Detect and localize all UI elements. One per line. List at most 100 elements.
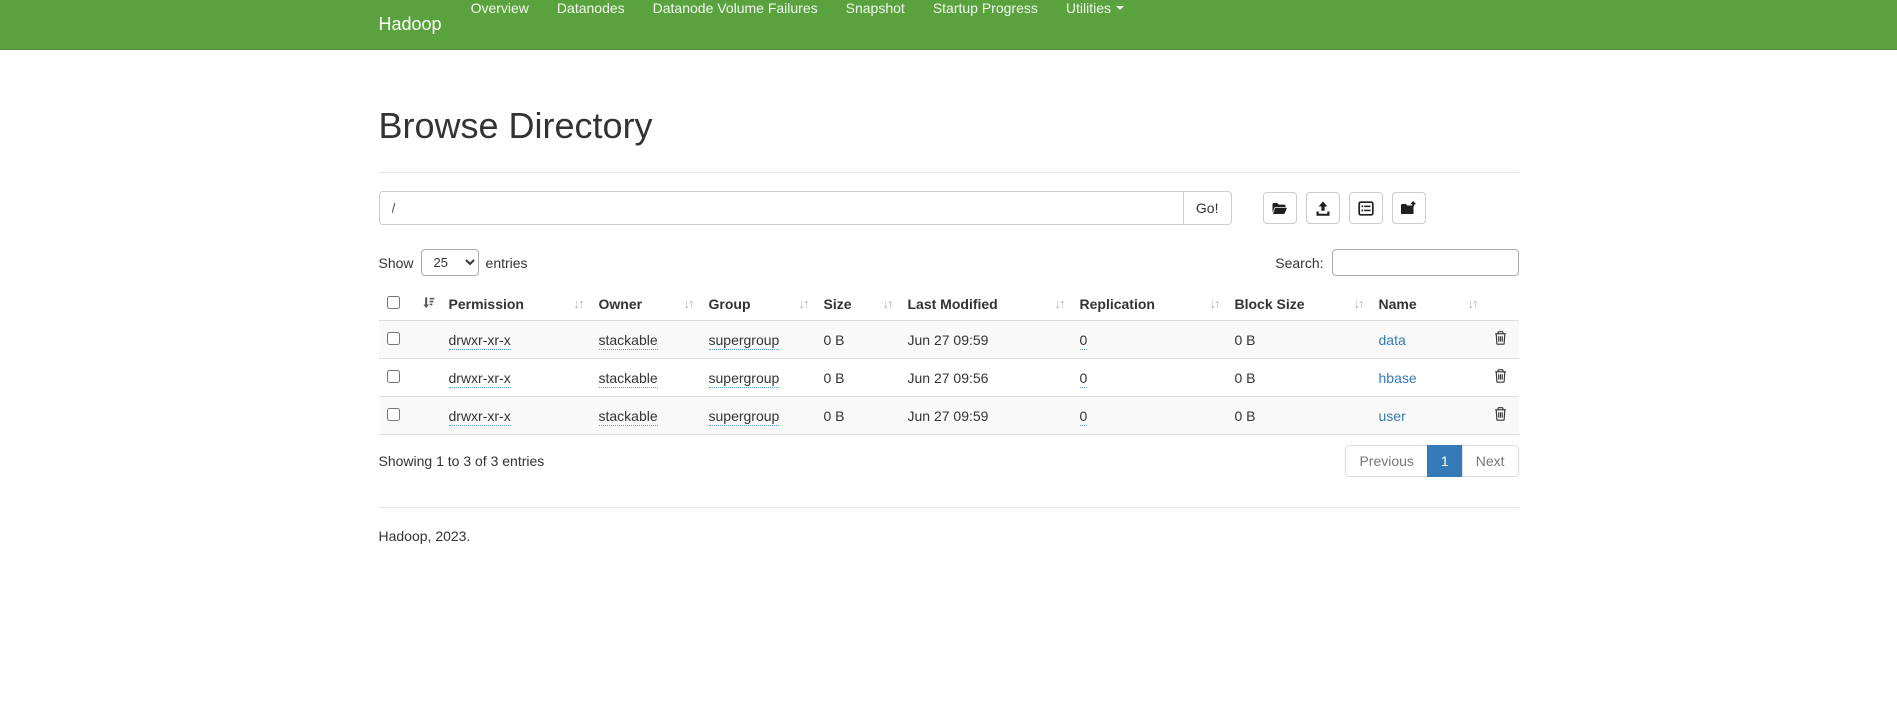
name-link[interactable]: hbase bbox=[1379, 370, 1417, 386]
replication-value[interactable]: 0 bbox=[1080, 408, 1088, 426]
page-1-button[interactable]: 1 bbox=[1427, 445, 1463, 477]
last-modified-value: Jun 27 09:59 bbox=[900, 321, 1072, 359]
permission-value[interactable]: drwxr-xr-x bbox=[449, 332, 511, 350]
directory-path-input[interactable] bbox=[379, 191, 1184, 225]
nav-item-utilities[interactable]: Utilities bbox=[1052, 0, 1138, 16]
directory-table: Permission ↓↑ Owner ↓↑ Group ↓↑ Size ↓↑ Last… bbox=[379, 288, 1519, 435]
row-checkbox[interactable] bbox=[387, 408, 400, 421]
column-header-last-modified[interactable]: Last Modified ↓↑ bbox=[900, 288, 1072, 321]
block-size-value: 0 B bbox=[1227, 359, 1371, 397]
column-header-size[interactable]: Size ↓↑ bbox=[816, 288, 900, 321]
size-value: 0 B bbox=[816, 321, 900, 359]
show-label: Show bbox=[379, 255, 414, 271]
nav-item-snapshot[interactable]: Snapshot bbox=[832, 0, 919, 16]
sort-icon: ↓↑ bbox=[684, 296, 693, 311]
size-value: 0 B bbox=[816, 397, 900, 435]
folder-open-icon bbox=[1271, 201, 1288, 216]
nav-item-startup-progress[interactable]: Startup Progress bbox=[919, 0, 1052, 16]
column-label: Permission bbox=[449, 296, 524, 312]
column-label: Group bbox=[709, 296, 751, 312]
upload-files-button[interactable] bbox=[1306, 192, 1340, 224]
path-bar: Go! bbox=[379, 191, 1519, 225]
table-footer: Showing 1 to 3 of 3 entries Previous 1 N… bbox=[379, 445, 1519, 477]
delete-button[interactable] bbox=[1493, 330, 1508, 349]
search-label: Search: bbox=[1275, 255, 1323, 271]
column-label: Name bbox=[1379, 296, 1417, 312]
name-link[interactable]: user bbox=[1379, 408, 1406, 424]
search-input[interactable] bbox=[1332, 249, 1519, 276]
sort-icon: ↓↑ bbox=[799, 296, 808, 311]
row-checkbox[interactable] bbox=[387, 332, 400, 345]
block-size-value: 0 B bbox=[1227, 321, 1371, 359]
sort-icon: ↓↑ bbox=[1468, 296, 1477, 311]
owner-value[interactable]: stackable bbox=[599, 408, 658, 426]
group-value[interactable]: supergroup bbox=[709, 332, 780, 350]
permission-value[interactable]: drwxr-xr-x bbox=[449, 370, 511, 388]
table-row: drwxr-xr-x stackable supergroup 0 B Jun … bbox=[379, 321, 1519, 359]
sort-icon: ↓↑ bbox=[574, 296, 583, 311]
trash-icon bbox=[1493, 330, 1508, 349]
replication-value[interactable]: 0 bbox=[1080, 332, 1088, 350]
list-alt-button[interactable] bbox=[1349, 192, 1383, 224]
delete-button[interactable] bbox=[1493, 368, 1508, 387]
main-content: Browse Directory Go! bbox=[364, 106, 1534, 544]
owner-value[interactable]: stackable bbox=[599, 332, 658, 350]
column-header-block-size[interactable]: Block Size ↓↑ bbox=[1227, 288, 1371, 321]
create-directory-button[interactable] bbox=[1263, 192, 1297, 224]
nav-item-datanodes[interactable]: Datanodes bbox=[543, 0, 639, 16]
explorer-actions bbox=[1254, 192, 1426, 224]
permission-value[interactable]: drwxr-xr-x bbox=[449, 408, 511, 426]
page-title: Browse Directory bbox=[379, 106, 1519, 146]
column-label: Last Modified bbox=[908, 296, 998, 312]
table-header-row: Permission ↓↑ Owner ↓↑ Group ↓↑ Size ↓↑ Last… bbox=[379, 288, 1519, 321]
table-row: drwxr-xr-x stackable supergroup 0 B Jun … bbox=[379, 397, 1519, 435]
table-info: Showing 1 to 3 of 3 entries bbox=[379, 453, 545, 469]
nav-item-overview[interactable]: Overview bbox=[457, 0, 543, 16]
sort-icon: ↓↑ bbox=[1210, 296, 1219, 311]
column-header-actions bbox=[1485, 288, 1519, 321]
trash-icon bbox=[1493, 368, 1508, 387]
column-header-name[interactable]: Name ↓↑ bbox=[1371, 288, 1485, 321]
page-size-select[interactable]: 25 bbox=[421, 249, 479, 276]
column-label: Block Size bbox=[1235, 296, 1305, 312]
sort-icon: ↓↑ bbox=[1055, 296, 1064, 311]
delete-button[interactable] bbox=[1493, 406, 1508, 425]
chevron-down-icon bbox=[1116, 6, 1124, 10]
nav-item-utilities-label: Utilities bbox=[1066, 0, 1111, 16]
entries-label: entries bbox=[486, 255, 528, 271]
footer-text: Hadoop, 2023. bbox=[379, 528, 1519, 544]
sort-asc-icon bbox=[422, 296, 435, 312]
block-size-value: 0 B bbox=[1227, 397, 1371, 435]
pagination: Previous 1 Next bbox=[1345, 445, 1518, 477]
name-link[interactable]: data bbox=[1379, 332, 1406, 348]
size-value: 0 B bbox=[816, 359, 900, 397]
list-alt-icon bbox=[1358, 201, 1374, 216]
column-header-replication[interactable]: Replication↓↑ bbox=[1072, 288, 1227, 321]
column-header-permission[interactable]: Permission ↓↑ bbox=[441, 288, 591, 321]
folder-upload-icon bbox=[1400, 201, 1417, 216]
column-label: Size bbox=[824, 296, 852, 312]
go-button[interactable]: Go! bbox=[1183, 191, 1232, 225]
owner-value[interactable]: stackable bbox=[599, 370, 658, 388]
last-modified-value: Jun 27 09:56 bbox=[900, 359, 1072, 397]
last-modified-value: Jun 27 09:59 bbox=[900, 397, 1072, 435]
column-header-group[interactable]: Group ↓↑ bbox=[701, 288, 816, 321]
replication-value[interactable]: 0 bbox=[1080, 370, 1088, 388]
folder-upload-button[interactable] bbox=[1392, 192, 1426, 224]
column-label: Owner bbox=[599, 296, 643, 312]
next-page-button[interactable]: Next bbox=[1462, 445, 1519, 477]
table-controls: Show 25 entries Search: bbox=[379, 249, 1519, 276]
sort-icon: ↓↑ bbox=[1354, 296, 1363, 311]
nav-item-datanode-volume-failures[interactable]: Datanode Volume Failures bbox=[639, 0, 832, 16]
divider bbox=[379, 507, 1519, 508]
select-all-header[interactable] bbox=[379, 288, 441, 321]
brand-hadoop[interactable]: Hadoop bbox=[379, 0, 457, 49]
group-value[interactable]: supergroup bbox=[709, 408, 780, 426]
sort-icon: ↓↑ bbox=[883, 296, 892, 311]
column-header-owner[interactable]: Owner ↓↑ bbox=[591, 288, 701, 321]
previous-page-button[interactable]: Previous bbox=[1345, 445, 1427, 477]
group-value[interactable]: supergroup bbox=[709, 370, 780, 388]
row-checkbox[interactable] bbox=[387, 370, 400, 383]
divider bbox=[379, 172, 1519, 173]
select-all-checkbox[interactable] bbox=[387, 296, 400, 309]
